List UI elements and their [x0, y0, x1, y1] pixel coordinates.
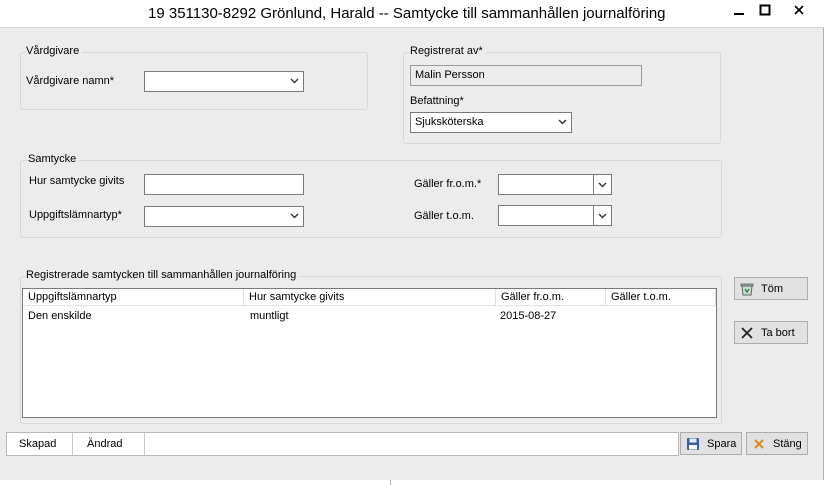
befattning-select[interactable]: Sjuksköterska: [410, 112, 572, 133]
cell-galler-from: 2015-08-27: [500, 310, 557, 322]
status-bar: Skapad Ändrad: [6, 432, 679, 456]
stang-label: Stäng: [773, 437, 802, 450]
chevron-down-icon: [557, 116, 567, 128]
andrad-status: Ändrad: [73, 433, 145, 455]
vardgivare-name-select[interactable]: [144, 71, 304, 92]
befattning-label: Befattning*: [410, 95, 464, 107]
date-dropdown-button[interactable]: [593, 175, 611, 194]
date-dropdown-button[interactable]: [593, 206, 611, 225]
tom-button[interactable]: Töm: [734, 277, 808, 300]
uppgiftslamnartyp-select[interactable]: [144, 206, 304, 227]
maximize-button[interactable]: [750, 0, 780, 20]
column-header-uppgiftslamnartyp[interactable]: Uppgiftslämnartyp: [23, 289, 244, 306]
uppgiftslamnartyp-label: Uppgiftslämnartyp*: [29, 209, 122, 221]
window-title: 19 351130-8292 Grönlund, Harald -- Samty…: [148, 5, 666, 22]
samtycke-group-label: Samtycke: [28, 153, 80, 165]
chevron-down-icon: [289, 210, 299, 222]
stang-button[interactable]: Stäng: [746, 432, 808, 455]
chevron-down-icon: [598, 213, 607, 218]
spara-label: Spara: [707, 437, 737, 450]
delete-x-icon: [739, 325, 755, 341]
samtycken-list[interactable]: Uppgiftslämnartyp Hur samtycke givits Gä…: [22, 288, 717, 418]
hur-samtycke-label: Hur samtycke givits: [29, 175, 125, 187]
registrerade-group-label: Registrerade samtycken till sammanhållen…: [26, 269, 300, 281]
list-header: Uppgiftslämnartyp Hur samtycke givits Gä…: [23, 289, 716, 306]
registrerat-group-label: Registrerat av*: [410, 45, 486, 57]
dialog-window: 19 351130-8292 Grönlund, Harald -- Samty…: [0, 0, 824, 480]
column-header-hur-samtycke[interactable]: Hur samtycke givits: [244, 289, 496, 306]
minimize-icon: [734, 13, 744, 15]
vardgivare-group-label: Vårdgivare: [26, 45, 83, 57]
chevron-down-icon: [289, 75, 299, 87]
close-icon: [794, 5, 804, 15]
recycle-bin-icon: [739, 281, 755, 297]
vardgivare-name-label: Vårdgivare namn*: [26, 75, 115, 87]
cell-uppgiftslamnartyp: Den enskilde: [28, 310, 92, 322]
chevron-down-icon: [598, 182, 607, 187]
galler-from-date[interactable]: [498, 174, 612, 195]
hur-samtycke-input[interactable]: [144, 174, 304, 195]
ta-bort-button[interactable]: Ta bort: [734, 321, 808, 344]
spara-button[interactable]: Spara: [680, 432, 742, 455]
column-header-galler-from[interactable]: Gäller fr.o.m.: [496, 289, 606, 306]
galler-from-label: Gäller fr.o.m.*: [414, 178, 482, 190]
tom-label: Töm: [761, 282, 783, 295]
background-window-edge: [390, 480, 824, 485]
galler-tom-label: Gäller t.o.m.: [414, 210, 474, 222]
registrerat-av-field: Malin Persson: [410, 65, 642, 86]
close-window-button[interactable]: [784, 0, 814, 20]
list-item[interactable]: Den enskilde muntligt 2015-08-27: [23, 308, 716, 325]
title-bar: 19 351130-8292 Grönlund, Harald -- Samty…: [0, 0, 824, 28]
samtycke-group: [20, 160, 722, 238]
close-x-icon: [751, 436, 767, 452]
galler-tom-date[interactable]: [498, 205, 612, 226]
cell-hur-samtycke: muntligt: [250, 310, 289, 322]
column-header-galler-tom[interactable]: Gäller t.o.m.: [606, 289, 716, 306]
skapad-status: Skapad: [7, 433, 73, 455]
ta-bort-label: Ta bort: [761, 326, 795, 339]
befattning-value: Sjuksköterska: [415, 116, 484, 128]
maximize-icon: [759, 4, 771, 16]
save-icon: [685, 436, 701, 452]
